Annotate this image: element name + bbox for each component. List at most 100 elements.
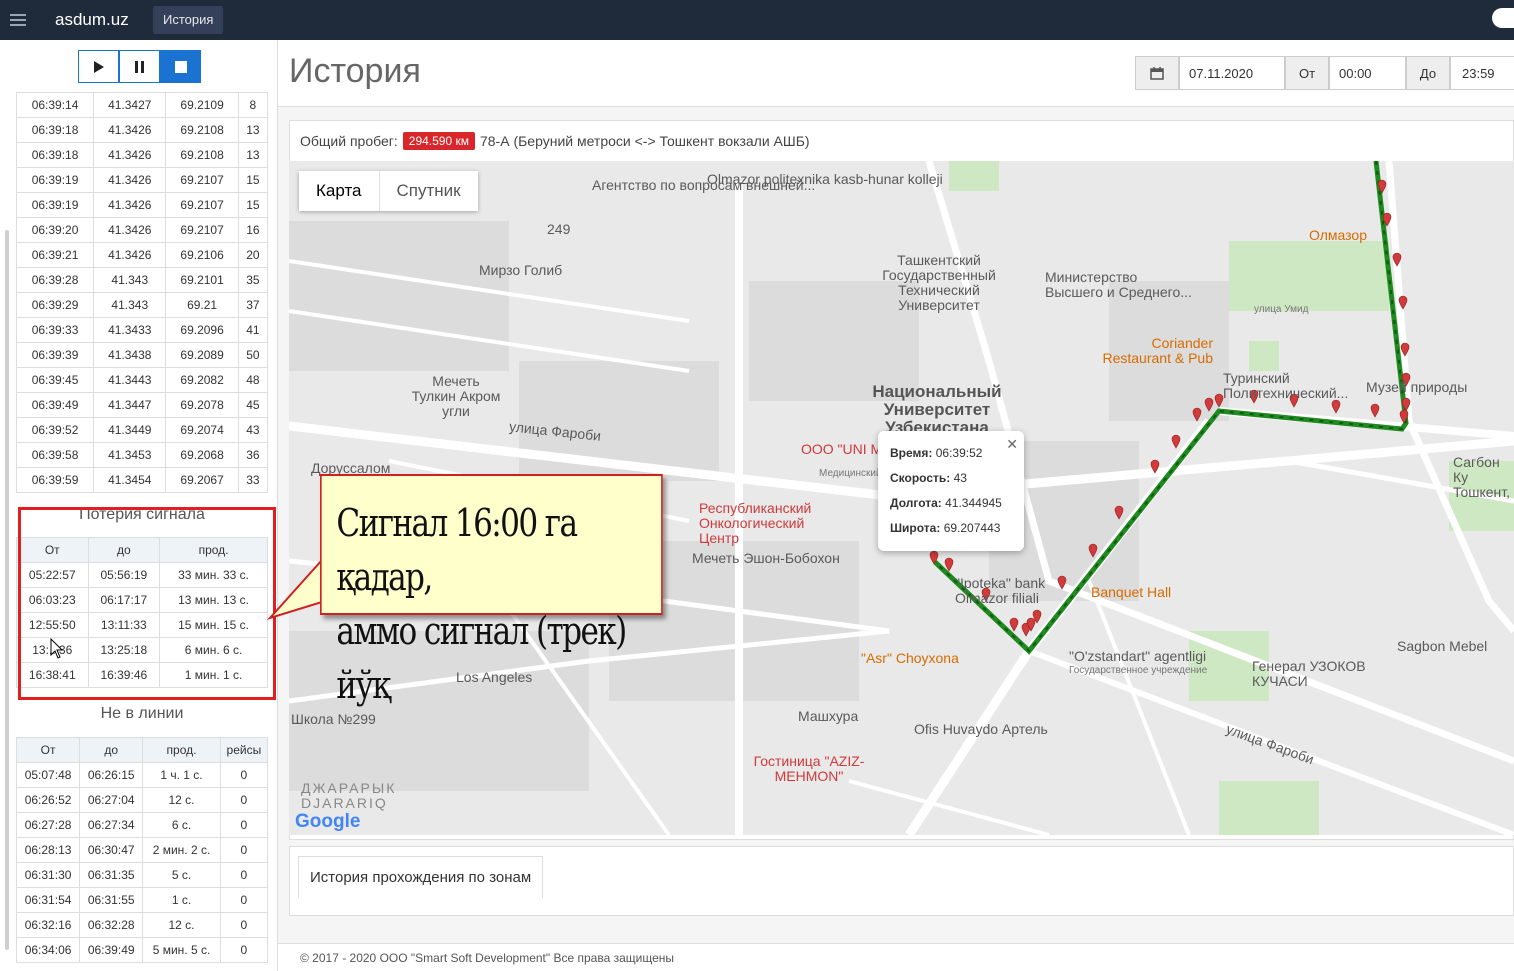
- offline-row-cell: 06:26:52: [15, 787, 81, 813]
- track-point-row-cell: 8: [237, 92, 269, 118]
- offline-row[interactable]: 06:31:30 06:31:35 5 с. 0: [15, 862, 269, 888]
- track-marker[interactable]: [1331, 399, 1341, 414]
- track-point-row[interactable]: 06:39:58 41.3453 69.2068 36: [15, 442, 269, 468]
- map-label-umid: улица Умид: [1254, 304, 1309, 315]
- track-point-row-cell: 13: [237, 142, 269, 168]
- track-point-row-cell: 06:39:45: [15, 367, 95, 393]
- map-label-turin: Туринский Политехнический...: [1223, 370, 1349, 401]
- playback-controls: [78, 50, 201, 83]
- offline-row-cell: 1 ч. 1 с.: [142, 762, 221, 788]
- mouse-cursor-icon: [50, 638, 64, 659]
- track-point-row[interactable]: 06:39:21 41.3426 69.2106 20: [15, 242, 269, 268]
- sidebar: 06:39:14 41.3427 69.2109 8 06:39:18 41.3426 69…: [0, 40, 278, 971]
- offline-row-cell: 0: [219, 937, 269, 963]
- track-point-row[interactable]: 06:39:33 41.3433 69.2096 41: [15, 317, 269, 343]
- track-point-row-cell: 69.2096: [165, 317, 239, 343]
- hamburger-menu-icon[interactable]: [10, 14, 26, 26]
- to-time-input[interactable]: 23:59: [1450, 56, 1514, 90]
- track-point-row[interactable]: 06:39:39 41.3438 69.2089 50: [15, 342, 269, 368]
- track-point-row-cell: 06:39:28: [15, 267, 95, 293]
- map-label-mirzo: Мирзо Голиб: [479, 262, 563, 278]
- offline-row-cell: 0: [219, 862, 269, 888]
- tab-zone-history[interactable]: История прохождения по зонам: [298, 856, 544, 898]
- track-point-row-cell: 69.2107: [165, 167, 239, 193]
- track-point-row-cell: 06:39:39: [15, 342, 95, 368]
- info-speed-label: Скорость:: [890, 471, 951, 485]
- track-points-table: 06:39:14 41.3427 69.2109 8 06:39:18 41.3426 69…: [15, 92, 269, 493]
- map-label-banquet: Banquet Hall: [1091, 584, 1172, 600]
- track-point-row[interactable]: 06:39:52 41.3449 69.2074 43: [15, 417, 269, 443]
- offline-row-cell: 06:31:55: [79, 887, 144, 913]
- track-point-row-cell: 69.2106: [165, 242, 239, 268]
- info-lat-label: Широта:: [890, 521, 941, 535]
- info-lat: 69.207443: [943, 521, 1001, 535]
- track-point-row-cell: 06:39:14: [15, 92, 95, 118]
- offline-row[interactable]: 06:34:06 06:39:49 5 мин. 5 с. 0: [15, 937, 269, 963]
- track-point-row[interactable]: 06:39:59 41.3454 69.2067 33: [15, 467, 269, 493]
- track-point-row[interactable]: 06:39:14 41.3427 69.2109 8: [15, 92, 269, 118]
- track-point-row-cell: 41: [237, 317, 269, 343]
- track-point-row-cell: 69.21: [165, 292, 239, 318]
- map-label-djararik: ДЖАРАРЫК DJARARIQ: [301, 780, 397, 811]
- sidebar-scrollbar[interactable]: [5, 230, 9, 950]
- track-point-row-cell: 48: [237, 367, 269, 393]
- offline-row[interactable]: 06:26:52 06:27:04 12 с. 0: [15, 787, 269, 813]
- offline-row[interactable]: 06:28:13 06:30:47 2 мин. 2 с. 0: [15, 837, 269, 863]
- track-point-row[interactable]: 06:39:18 41.3426 69.2108 13: [15, 117, 269, 143]
- footer: © 2017 - 2020 ООО "Smart Soft Developmen…: [278, 943, 1514, 971]
- toggle-switch[interactable]: [1492, 8, 1514, 28]
- mileage-label: Общий пробег:: [300, 133, 398, 149]
- track-point-row-cell: 69.2108: [165, 142, 239, 168]
- offline-row[interactable]: 06:32:16 06:32:28 12 с. 0: [15, 912, 269, 938]
- column-header: От: [15, 737, 81, 763]
- date-input[interactable]: 07.11.2020: [1179, 56, 1285, 90]
- track-point-row[interactable]: 06:39:49 41.3447 69.2078 45: [15, 392, 269, 418]
- track-point-row[interactable]: 06:39:45 41.3443 69.2082 48: [15, 367, 269, 393]
- track-marker[interactable]: [1171, 434, 1181, 449]
- track-marker[interactable]: [1009, 617, 1019, 632]
- track-point-row-cell: 06:39:18: [15, 142, 95, 168]
- offline-row[interactable]: 06:31:54 06:31:55 1 с. 0: [15, 887, 269, 913]
- track-point-row-cell: 69.2068: [165, 442, 239, 468]
- track-point-row-cell: 15: [237, 167, 269, 193]
- offline-row-cell: 06:31:35: [79, 862, 144, 888]
- map-label-oncology: Республиканский Онкологический Центр: [699, 500, 812, 546]
- track-point-row-cell: 69.2108: [165, 117, 239, 143]
- play-button[interactable]: [78, 50, 119, 83]
- track-marker[interactable]: [944, 557, 954, 572]
- stop-button[interactable]: [160, 50, 201, 83]
- offline-row-cell: 06:32:28: [79, 912, 144, 938]
- track-point-row-cell: 06:39:52: [15, 417, 95, 443]
- track-point-row[interactable]: 06:39:29 41.343 69.21 37: [15, 292, 269, 318]
- track-point-row-cell: 43: [237, 417, 269, 443]
- track-marker[interactable]: [1370, 403, 1380, 418]
- track-point-row[interactable]: 06:39:19 41.3426 69.2107 15: [15, 192, 269, 218]
- track-point-row-cell: 41.3426: [93, 167, 167, 193]
- close-icon[interactable]: ✕: [1006, 432, 1018, 457]
- route-name: 78-А (Беруний метроси <-> Тошкент вокзал…: [479, 133, 810, 149]
- offline-row-cell: 06:31:30: [15, 862, 81, 888]
- pause-button[interactable]: [119, 50, 160, 83]
- map-label-hotel: Гостиница "AZIZ-MEHMON": [753, 753, 865, 784]
- track-point-row-cell: 41.3426: [93, 242, 167, 268]
- calendar-icon[interactable]: [1135, 56, 1179, 90]
- nav-tab-history[interactable]: История: [153, 6, 224, 34]
- track-point-row[interactable]: 06:39:19 41.3426 69.2107 15: [15, 167, 269, 193]
- offline-row[interactable]: 05:07:48 06:26:15 1 ч. 1 с. 0: [15, 762, 269, 788]
- tab-map[interactable]: Карта: [299, 171, 379, 211]
- brand-logo[interactable]: asdum.uz: [55, 10, 129, 30]
- map-label-ipoteka: "Ipoteka" bank Olmazor filiali: [955, 575, 1046, 606]
- track-point-row[interactable]: 06:39:28 41.343 69.2101 35: [15, 267, 269, 293]
- google-logo[interactable]: Google: [295, 811, 360, 833]
- from-time-input[interactable]: 00:00: [1329, 56, 1406, 90]
- offline-row-cell: 0: [219, 887, 269, 913]
- track-point-row[interactable]: 06:39:20 41.3426 69.2107 16: [15, 217, 269, 243]
- track-point-row-cell: 41.343: [93, 267, 167, 293]
- offline-row-cell: 06:39:49: [79, 937, 144, 963]
- track-point-row[interactable]: 06:39:18 41.3426 69.2108 13: [15, 142, 269, 168]
- tab-satellite[interactable]: Спутник: [378, 171, 478, 211]
- track-point-row-cell: 06:39:21: [15, 242, 95, 268]
- track-point-row-cell: 45: [237, 392, 269, 418]
- offline-row[interactable]: 06:27:28 06:27:34 6 с. 0: [15, 812, 269, 838]
- map-label-ministry: Министерство Высшего и Среднего...: [1045, 269, 1192, 300]
